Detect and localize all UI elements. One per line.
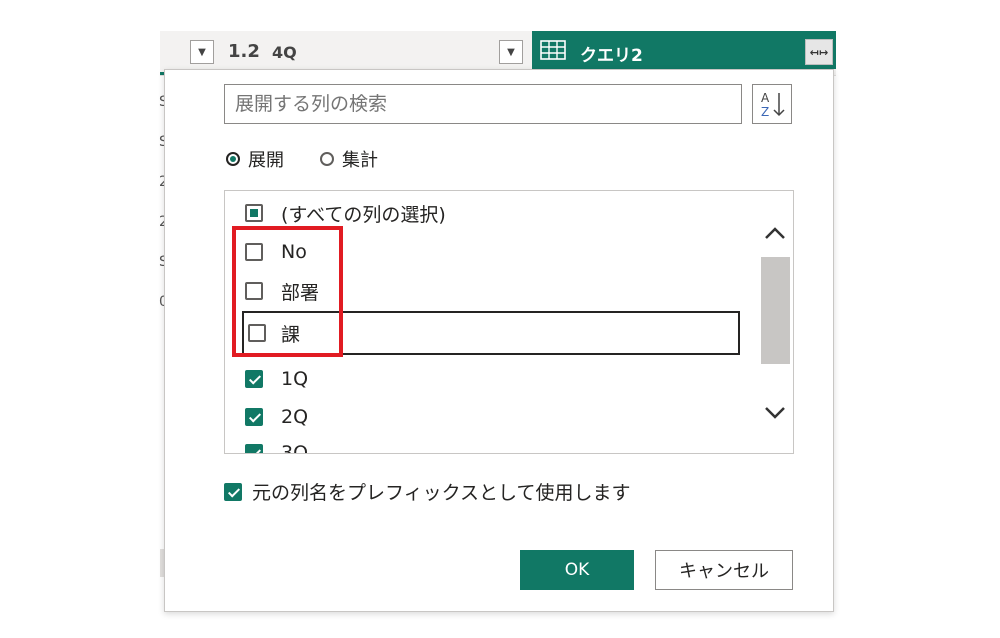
ok-button[interactable]: OK [520, 550, 634, 590]
list-item[interactable]: 3Q [245, 441, 309, 454]
query-column-header[interactable] [532, 31, 836, 69]
svg-text:A: A [761, 91, 770, 105]
radio-button-icon [226, 152, 240, 166]
list-item-label: 3Q [281, 442, 309, 454]
cancel-button[interactable]: キャンセル [655, 550, 793, 590]
scroll-up-chevron-icon[interactable] [760, 222, 790, 246]
scroll-down-chevron-icon[interactable] [760, 400, 790, 424]
list-item[interactable]: 1Q [245, 367, 308, 391]
table-icon [540, 40, 566, 60]
column-filter-dropdown[interactable]: ▼ [190, 40, 214, 64]
query-column-title: クエリ2 [580, 46, 643, 66]
scrollbar-thumb[interactable] [761, 257, 790, 364]
checkbox[interactable] [224, 482, 242, 501]
column-search-input[interactable] [224, 84, 742, 124]
list-item-label: 1Q [281, 368, 309, 390]
checkbox[interactable] [245, 204, 263, 222]
radio-expand[interactable]: 展開 [226, 146, 284, 172]
highlight-annotation-box [232, 226, 343, 357]
use-prefix-checkbox-row[interactable]: 元の列名をプレフィックスとして使用します [224, 478, 630, 505]
radio-aggregate-label: 集計 [342, 150, 378, 171]
radio-aggregate[interactable]: 集計 [320, 146, 378, 172]
list-item-label: (すべての列の選択) [281, 203, 446, 226]
column-type-label: 1.2 [228, 41, 260, 62]
expand-column-button[interactable]: ↤↦ [805, 39, 833, 65]
checkbox[interactable] [245, 408, 263, 426]
list-item-select-all[interactable]: (すべての列の選択) [245, 201, 446, 226]
checkbox[interactable] [245, 370, 263, 388]
svg-text:Z: Z [761, 105, 769, 119]
list-item[interactable]: 2Q [245, 405, 308, 429]
sort-az-icon: A Z [761, 91, 785, 119]
column-name: 4Q [272, 43, 297, 62]
column-filter-dropdown[interactable]: ▼ [499, 40, 523, 64]
radio-button-icon [320, 152, 334, 166]
checkbox[interactable] [245, 444, 263, 453]
sort-button[interactable]: A Z [752, 84, 792, 124]
radio-expand-label: 展開 [248, 150, 284, 171]
expand-arrows-icon: ↤↦ [809, 45, 829, 59]
chevron-down-icon: ▼ [507, 46, 515, 58]
chevron-down-icon: ▼ [198, 46, 206, 58]
use-prefix-label: 元の列名をプレフィックスとして使用します [252, 482, 631, 504]
list-item-label: 2Q [281, 406, 309, 428]
